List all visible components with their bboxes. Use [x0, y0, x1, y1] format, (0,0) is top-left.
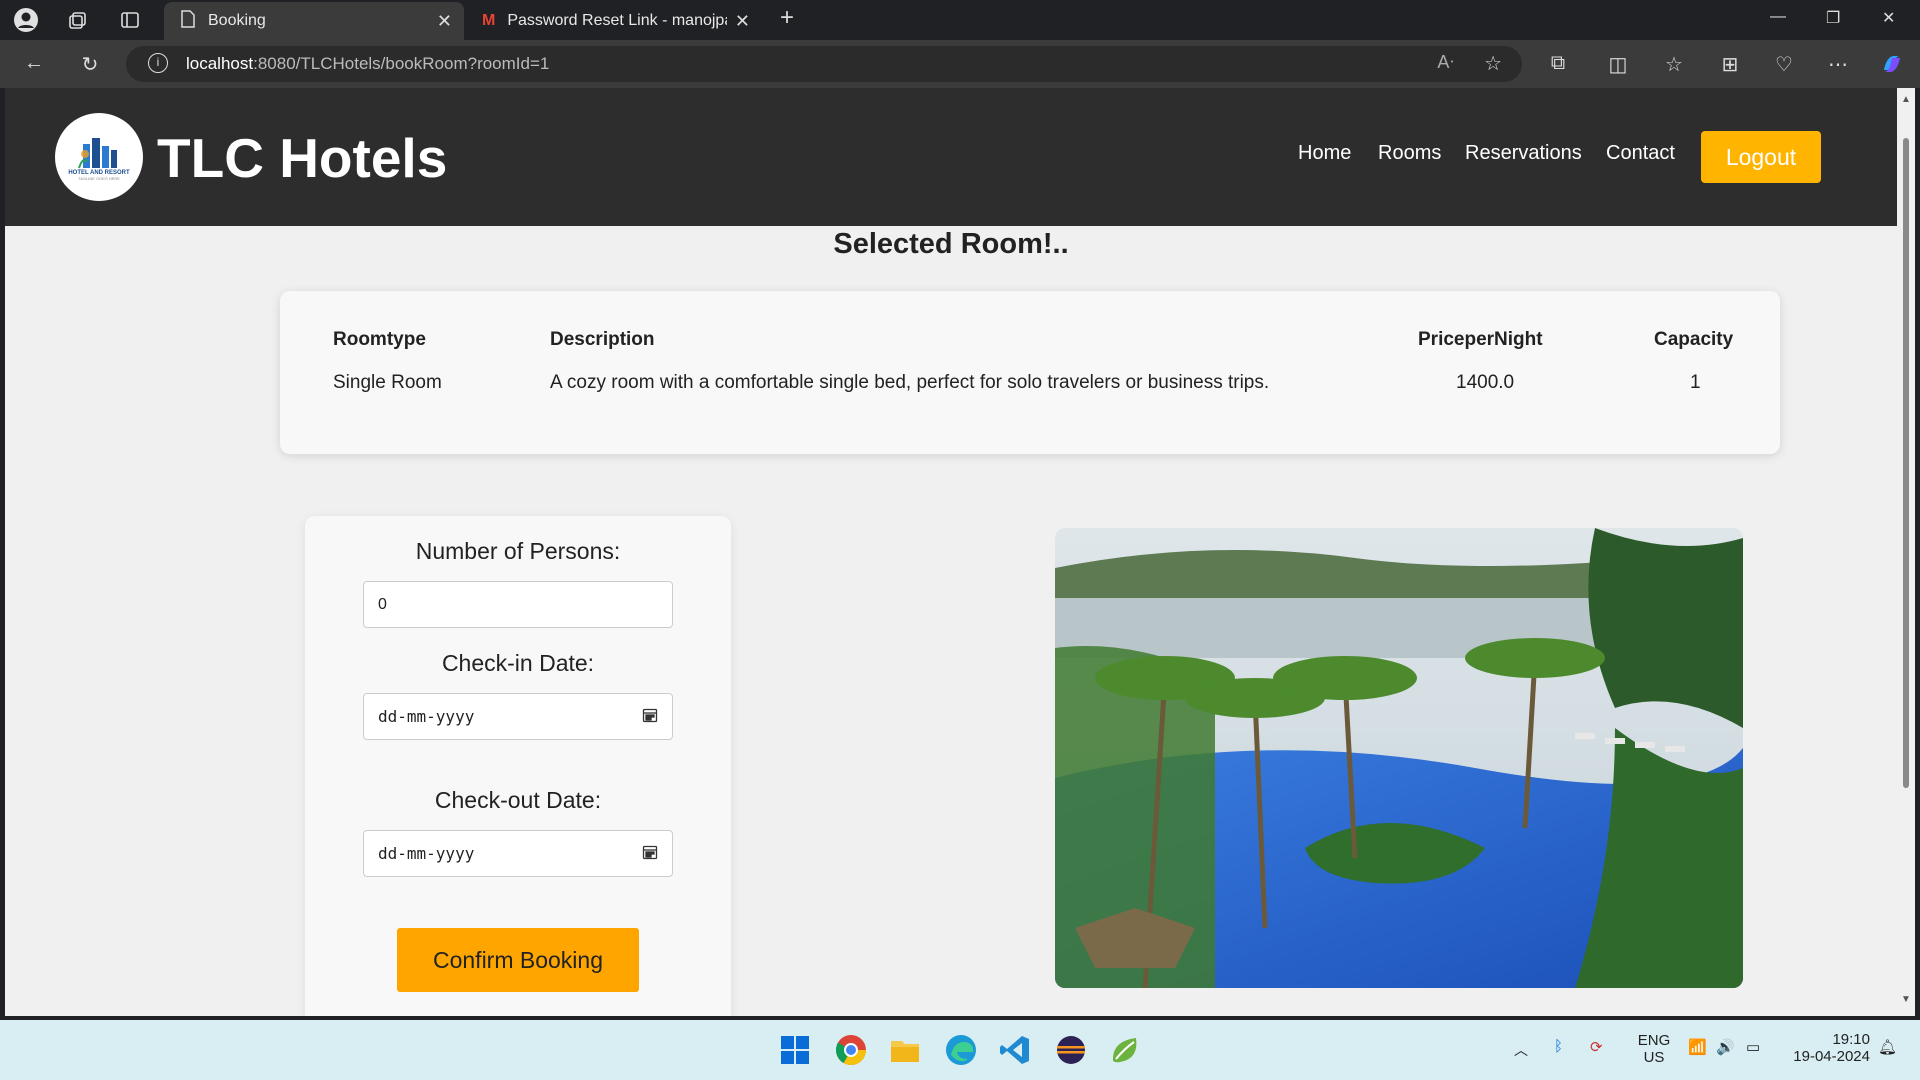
split-screen-icon[interactable]: ◫: [1606, 52, 1630, 77]
calendar-icon[interactable]: [642, 844, 658, 860]
clock[interactable]: 19:10 19-04-2024: [1784, 1031, 1870, 1065]
language-indicator[interactable]: ENG US: [1634, 1032, 1674, 1066]
gmail-icon: M: [482, 12, 496, 29]
file-explorer-icon[interactable]: [888, 1033, 922, 1067]
checkout-label: Check-out Date:: [434, 787, 602, 813]
profile-icon[interactable]: [12, 6, 40, 34]
favorite-star-icon[interactable]: ☆: [1484, 51, 1502, 76]
read-aloud-icon[interactable]: Aᐧ: [1437, 52, 1454, 73]
sync-icon[interactable]: ⟳: [1590, 1038, 1603, 1056]
persons-input[interactable]: 0: [363, 581, 673, 628]
page-icon: [180, 9, 196, 33]
url-path: :8080/TLCHotels/bookRoom?roomId=1: [253, 54, 550, 73]
close-window-icon[interactable]: ✕: [1882, 8, 1895, 28]
scroll-down-icon[interactable]: ▼: [1901, 994, 1911, 1005]
chrome-icon[interactable]: [834, 1033, 868, 1067]
language-code: ENG: [1637, 1032, 1671, 1049]
brand-title: TLC Hotels: [157, 127, 448, 189]
checkout-placeholder: dd-mm-yyyy: [378, 844, 475, 863]
new-tab-icon[interactable]: +: [780, 4, 794, 32]
cell-price: 1400.0: [1456, 372, 1515, 393]
clock-time: 19:10: [1832, 1031, 1870, 1048]
bluetooth-icon[interactable]: ᛒ: [1554, 1038, 1563, 1055]
favorites-icon[interactable]: ☆: [1662, 52, 1686, 77]
site-header: HOTEL AND RESORT TAGLINE GOES HERE TLC H…: [5, 88, 1897, 226]
logout-button[interactable]: Logout: [1701, 131, 1821, 183]
hotel-logo[interactable]: HOTEL AND RESORT TAGLINE GOES HERE: [55, 113, 143, 201]
nav-home[interactable]: Home: [1298, 142, 1351, 165]
nav-contact[interactable]: Contact: [1606, 142, 1675, 165]
page-title: Selected Room!..: [833, 228, 1069, 260]
checkin-placeholder: dd-mm-yyyy: [378, 707, 475, 726]
extensions-icon[interactable]: ⧉: [1546, 52, 1570, 75]
wifi-icon[interactable]: 📶: [1688, 1038, 1707, 1056]
minimize-icon[interactable]: —: [1770, 8, 1786, 26]
calendar-icon[interactable]: [642, 707, 658, 723]
url-bar[interactable]: i localhost:8080/TLCHotels/bookRoom?room…: [126, 46, 1522, 82]
page-scrollbar[interactable]: ▲ ▼: [1897, 88, 1915, 1016]
column-header-price: PriceperNight: [1418, 329, 1543, 350]
close-tab-icon[interactable]: ✕: [437, 11, 452, 32]
address-toolbar: ← ↻ i localhost:8080/TLCHotels/bookRoom?…: [0, 40, 1920, 88]
checkin-date-input[interactable]: dd-mm-yyyy: [363, 693, 673, 740]
persons-label: Number of Persons:: [415, 538, 621, 564]
collections-icon[interactable]: ⊞: [1718, 52, 1742, 77]
vscode-icon[interactable]: [998, 1033, 1032, 1067]
cell-description: A cozy room with a comfortable single be…: [550, 372, 1270, 393]
show-hidden-icons[interactable]: ︿: [1514, 1040, 1528, 1060]
cell-capacity: 1: [1690, 372, 1701, 393]
region-code: US: [1643, 1049, 1665, 1066]
spring-tool-icon[interactable]: [1108, 1033, 1142, 1067]
booking-form: Number of Persons: 0 Check-in Date: dd-m…: [305, 516, 731, 1016]
tab-title: Booking: [208, 12, 266, 29]
column-header-description: Description: [550, 329, 655, 350]
tab-actions-icon[interactable]: [116, 6, 144, 34]
info-icon: i: [148, 53, 168, 73]
column-header-roomtype: Roomtype: [333, 329, 426, 350]
logo-tagline: TAGLINE GOES HERE: [78, 175, 120, 181]
notifications-icon[interactable]: 🔔︎: [1878, 1038, 1897, 1056]
restore-icon[interactable]: ❐: [1826, 8, 1840, 28]
more-menu-icon[interactable]: ⋯: [1826, 52, 1850, 77]
confirm-booking-button[interactable]: Confirm Booking: [397, 928, 639, 992]
browser-tab-strip: Booking ✕ M Password Reset Link - manojp…: [0, 0, 1920, 40]
scroll-up-icon[interactable]: ▲: [1901, 94, 1911, 105]
tab-title: Password Reset Link - manojpanc: [507, 12, 728, 29]
clock-date: 19-04-2024: [1793, 1048, 1870, 1065]
tab-password-reset[interactable]: M Password Reset Link - manojpanc ✕: [466, 2, 762, 40]
back-icon[interactable]: ←: [22, 52, 46, 75]
edge-icon[interactable]: [944, 1033, 978, 1067]
building-logo-icon: [75, 134, 123, 170]
scrollbar-thumb[interactable]: [1903, 138, 1909, 788]
checkin-label: Check-in Date:: [441, 650, 595, 676]
resort-photo: [1055, 528, 1743, 988]
tab-booking[interactable]: Booking ✕: [164, 2, 464, 40]
nav-rooms[interactable]: Rooms: [1378, 142, 1441, 165]
cell-roomtype: Single Room: [333, 372, 442, 393]
volume-icon[interactable]: 🔊: [1716, 1038, 1735, 1056]
close-tab-icon[interactable]: ✕: [735, 11, 750, 32]
eclipse-icon[interactable]: [1054, 1033, 1088, 1067]
battery-icon[interactable]: ▭: [1746, 1038, 1760, 1056]
column-header-capacity: Capacity: [1654, 329, 1734, 350]
refresh-icon[interactable]: ↻: [78, 52, 102, 77]
copilot-icon[interactable]: [1880, 52, 1904, 82]
room-details-table: Roomtype Description PriceperNight Capac…: [280, 291, 1780, 454]
nav-reservations[interactable]: Reservations: [1465, 142, 1582, 165]
checkout-date-input[interactable]: dd-mm-yyyy: [363, 830, 673, 877]
start-icon[interactable]: [778, 1033, 812, 1067]
browser-essentials-icon[interactable]: ♡: [1772, 52, 1796, 77]
persons-value: 0: [378, 595, 387, 613]
workspaces-icon[interactable]: [64, 6, 92, 34]
page-viewport: HOTEL AND RESORT TAGLINE GOES HERE TLC H…: [5, 88, 1897, 1016]
url-host: localhost: [186, 54, 254, 73]
